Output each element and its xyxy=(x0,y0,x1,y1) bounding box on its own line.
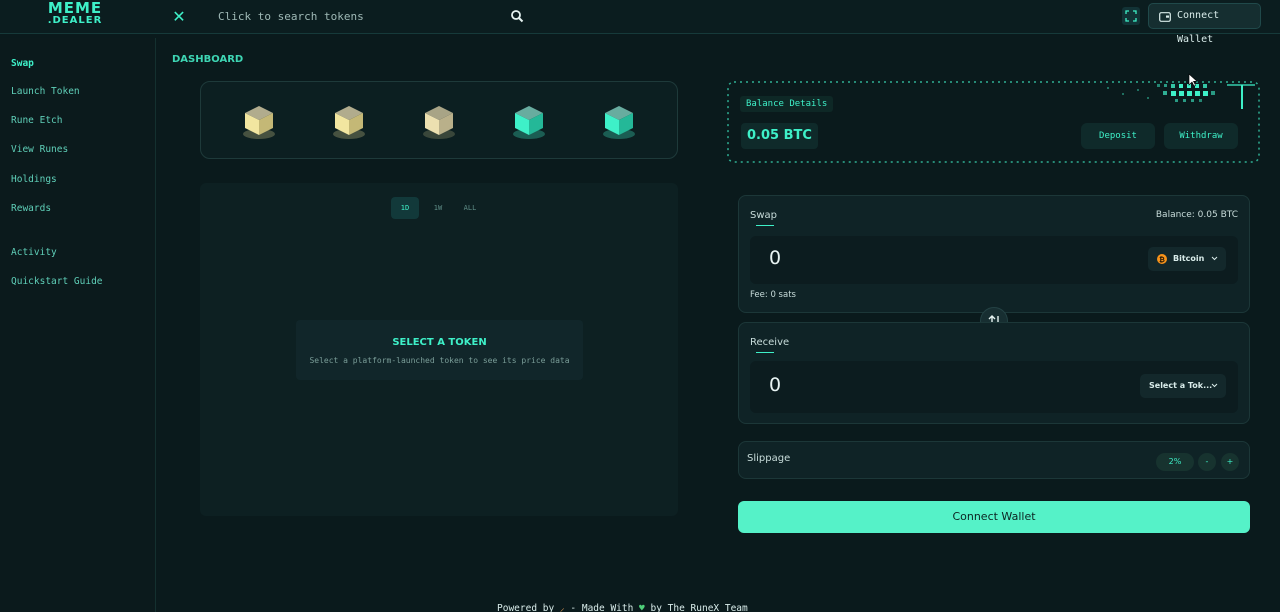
logo-line-2: .DEALER xyxy=(47,15,103,26)
sidebar-item-view-runes[interactable]: View Runes xyxy=(11,144,68,155)
page-title: DASHBOARD xyxy=(172,54,244,65)
token-cubes-panel xyxy=(200,81,678,159)
connect-wallet-header-label: Connect Wallet xyxy=(1177,10,1220,45)
chevron-down-icon xyxy=(1211,256,1218,261)
tab-1d[interactable]: 1D xyxy=(391,197,419,219)
search-box xyxy=(208,4,532,29)
swap-token-select[interactable]: ₿ Bitcoin xyxy=(1148,247,1226,271)
swap-card: Swap Balance: 0.05 BTC 0 ₿ Bitcoin Fee: … xyxy=(738,195,1250,313)
swap-label: Swap xyxy=(750,210,778,221)
sidebar-item-holdings[interactable]: Holdings xyxy=(11,174,57,185)
logo-line-1: MEME xyxy=(47,0,103,17)
balance-details-panel: Balance Details 0.05 BTC Deposit Withdra… xyxy=(727,81,1260,163)
balance-details-label: Balance Details xyxy=(740,96,834,112)
slippage-label: Slippage xyxy=(747,453,791,464)
connect-wallet-button[interactable]: Connect Wallet xyxy=(738,501,1250,533)
receive-label: Receive xyxy=(750,337,790,348)
swap-underline xyxy=(756,225,774,226)
slippage-card: Slippage 2% - + xyxy=(738,441,1250,479)
bitcoin-icon: ₿ xyxy=(1157,254,1167,264)
cube-icon[interactable] xyxy=(331,102,367,140)
receive-amount-box[interactable]: 0 Select a Tok... xyxy=(750,361,1238,413)
top-header: MEME .DEALER ✕ Connect Wallet xyxy=(0,0,1280,45)
wallet-icon xyxy=(1159,12,1171,22)
sidebar: Swap Launch Token Rune Etch View Runes H… xyxy=(0,38,156,612)
mouse-cursor-icon xyxy=(1188,73,1198,87)
sidebar-item-swap[interactable]: Swap xyxy=(11,58,34,69)
sidebar-item-launch-token[interactable]: Launch Token xyxy=(11,86,80,97)
swap-token-label: Bitcoin xyxy=(1173,254,1205,263)
select-token-placeholder: SELECT A TOKEN Select a platform-launche… xyxy=(296,320,583,380)
svg-text:₿: ₿ xyxy=(1159,256,1165,264)
sidebar-item-quickstart-guide[interactable]: Quickstart Guide xyxy=(11,276,103,287)
sidebar-item-activity[interactable]: Activity xyxy=(11,247,57,258)
slippage-increase-button[interactable]: + xyxy=(1221,453,1239,471)
connect-wallet-header-button[interactable]: Connect Wallet xyxy=(1148,3,1261,45)
footer-text-before: Powered by xyxy=(497,603,560,612)
footer-text-middle: - Made With xyxy=(564,603,640,612)
fullscreen-icon[interactable] xyxy=(1122,7,1140,25)
select-token-subtitle: Select a platform-launched token to see … xyxy=(309,356,570,365)
receive-token-select[interactable]: Select a Tok... xyxy=(1140,374,1226,398)
receive-underline xyxy=(756,352,774,353)
sidebar-item-rune-etch[interactable]: Rune Etch xyxy=(11,115,62,126)
fee-text: Fee: 0 sats xyxy=(750,290,796,300)
chevron-down-icon xyxy=(1211,383,1218,388)
dotted-border-decoration xyxy=(727,81,1260,163)
slippage-value: 2% xyxy=(1156,453,1194,471)
swap-amount-box[interactable]: 0 ₿ Bitcoin xyxy=(750,236,1238,284)
cube-icon[interactable] xyxy=(421,102,457,140)
cube-icon[interactable] xyxy=(241,102,277,140)
time-range-tabs: 1D 1W ALL xyxy=(391,197,487,219)
price-chart-panel: 1D 1W ALL SELECT A TOKEN Select a platfo… xyxy=(200,183,678,516)
receive-amount: 0 xyxy=(769,374,782,396)
slippage-decrease-button[interactable]: - xyxy=(1198,453,1216,471)
deposit-button[interactable]: Deposit xyxy=(1081,123,1155,149)
logo[interactable]: MEME .DEALER xyxy=(44,0,106,30)
select-token-title: SELECT A TOKEN xyxy=(392,337,487,348)
swap-amount-input[interactable]: 0 xyxy=(769,247,781,269)
cube-icon[interactable] xyxy=(511,102,547,140)
withdraw-button[interactable]: Withdraw xyxy=(1164,123,1238,149)
close-icon[interactable]: ✕ xyxy=(170,8,188,26)
swap-balance: Balance: 0.05 BTC xyxy=(1155,210,1238,220)
receive-token-label: Select a Tok... xyxy=(1149,381,1213,390)
tab-all[interactable]: ALL xyxy=(456,197,484,219)
balance-value: 0.05 BTC xyxy=(741,123,818,149)
receive-card: Receive 0 Select a Tok... xyxy=(738,322,1250,424)
footer: Powered by ⸝ - Made With ♥ by The RuneX … xyxy=(497,601,748,612)
footer-text-after: by The RuneX Team xyxy=(644,603,748,612)
tab-1w[interactable]: 1W xyxy=(424,197,452,219)
cube-icon[interactable] xyxy=(601,102,637,140)
search-icon[interactable] xyxy=(510,9,524,23)
sidebar-item-rewards[interactable]: Rewards xyxy=(11,203,51,214)
search-input[interactable] xyxy=(208,4,532,29)
